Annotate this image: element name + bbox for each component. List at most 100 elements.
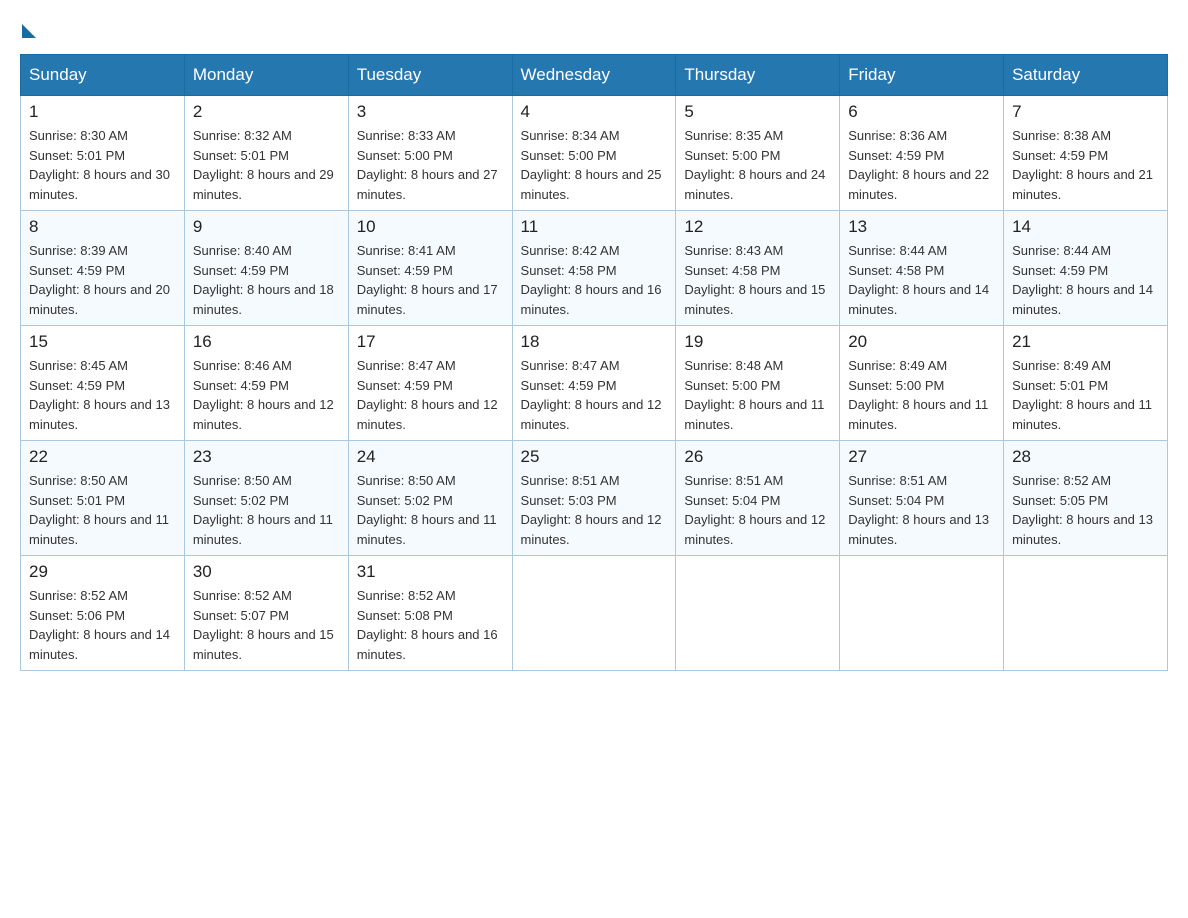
day-number: 1: [29, 102, 176, 122]
calendar-cell: [1004, 556, 1168, 671]
day-info: Sunrise: 8:50 AMSunset: 5:02 PMDaylight:…: [193, 471, 340, 549]
day-info: Sunrise: 8:47 AMSunset: 4:59 PMDaylight:…: [521, 356, 668, 434]
calendar-cell: 5 Sunrise: 8:35 AMSunset: 5:00 PMDayligh…: [676, 96, 840, 211]
calendar-cell: 14 Sunrise: 8:44 AMSunset: 4:59 PMDaylig…: [1004, 211, 1168, 326]
day-number: 26: [684, 447, 831, 467]
day-number: 19: [684, 332, 831, 352]
calendar-cell: 19 Sunrise: 8:48 AMSunset: 5:00 PMDaylig…: [676, 326, 840, 441]
calendar-table: SundayMondayTuesdayWednesdayThursdayFrid…: [20, 54, 1168, 671]
day-number: 28: [1012, 447, 1159, 467]
calendar-cell: 26 Sunrise: 8:51 AMSunset: 5:04 PMDaylig…: [676, 441, 840, 556]
calendar-cell: 17 Sunrise: 8:47 AMSunset: 4:59 PMDaylig…: [348, 326, 512, 441]
day-info: Sunrise: 8:52 AMSunset: 5:07 PMDaylight:…: [193, 586, 340, 664]
day-info: Sunrise: 8:41 AMSunset: 4:59 PMDaylight:…: [357, 241, 504, 319]
calendar-cell: 27 Sunrise: 8:51 AMSunset: 5:04 PMDaylig…: [840, 441, 1004, 556]
day-number: 5: [684, 102, 831, 122]
calendar-cell: 15 Sunrise: 8:45 AMSunset: 4:59 PMDaylig…: [21, 326, 185, 441]
calendar-cell: 30 Sunrise: 8:52 AMSunset: 5:07 PMDaylig…: [184, 556, 348, 671]
calendar-header-sunday: Sunday: [21, 55, 185, 96]
day-number: 17: [357, 332, 504, 352]
calendar-cell: 2 Sunrise: 8:32 AMSunset: 5:01 PMDayligh…: [184, 96, 348, 211]
calendar-week-row: 15 Sunrise: 8:45 AMSunset: 4:59 PMDaylig…: [21, 326, 1168, 441]
day-number: 8: [29, 217, 176, 237]
calendar-cell: 11 Sunrise: 8:42 AMSunset: 4:58 PMDaylig…: [512, 211, 676, 326]
day-number: 21: [1012, 332, 1159, 352]
calendar-header-tuesday: Tuesday: [348, 55, 512, 96]
calendar-header-friday: Friday: [840, 55, 1004, 96]
day-number: 25: [521, 447, 668, 467]
calendar-cell: 18 Sunrise: 8:47 AMSunset: 4:59 PMDaylig…: [512, 326, 676, 441]
calendar-cell: 4 Sunrise: 8:34 AMSunset: 5:00 PMDayligh…: [512, 96, 676, 211]
day-number: 4: [521, 102, 668, 122]
calendar-week-row: 29 Sunrise: 8:52 AMSunset: 5:06 PMDaylig…: [21, 556, 1168, 671]
day-number: 9: [193, 217, 340, 237]
logo-triangle-icon: [22, 24, 36, 38]
day-number: 24: [357, 447, 504, 467]
calendar-header-row: SundayMondayTuesdayWednesdayThursdayFrid…: [21, 55, 1168, 96]
day-number: 30: [193, 562, 340, 582]
day-info: Sunrise: 8:50 AMSunset: 5:01 PMDaylight:…: [29, 471, 176, 549]
calendar-header-monday: Monday: [184, 55, 348, 96]
day-info: Sunrise: 8:51 AMSunset: 5:04 PMDaylight:…: [684, 471, 831, 549]
calendar-cell: 31 Sunrise: 8:52 AMSunset: 5:08 PMDaylig…: [348, 556, 512, 671]
calendar-cell: 9 Sunrise: 8:40 AMSunset: 4:59 PMDayligh…: [184, 211, 348, 326]
calendar-cell: [676, 556, 840, 671]
calendar-cell: 1 Sunrise: 8:30 AMSunset: 5:01 PMDayligh…: [21, 96, 185, 211]
day-info: Sunrise: 8:39 AMSunset: 4:59 PMDaylight:…: [29, 241, 176, 319]
page-header: [20, 20, 1168, 34]
day-info: Sunrise: 8:52 AMSunset: 5:08 PMDaylight:…: [357, 586, 504, 664]
day-info: Sunrise: 8:44 AMSunset: 4:59 PMDaylight:…: [1012, 241, 1159, 319]
day-number: 15: [29, 332, 176, 352]
day-info: Sunrise: 8:45 AMSunset: 4:59 PMDaylight:…: [29, 356, 176, 434]
calendar-cell: 8 Sunrise: 8:39 AMSunset: 4:59 PMDayligh…: [21, 211, 185, 326]
day-number: 13: [848, 217, 995, 237]
calendar-cell: 6 Sunrise: 8:36 AMSunset: 4:59 PMDayligh…: [840, 96, 1004, 211]
calendar-cell: 10 Sunrise: 8:41 AMSunset: 4:59 PMDaylig…: [348, 211, 512, 326]
day-number: 27: [848, 447, 995, 467]
day-info: Sunrise: 8:35 AMSunset: 5:00 PMDaylight:…: [684, 126, 831, 204]
calendar-cell: 22 Sunrise: 8:50 AMSunset: 5:01 PMDaylig…: [21, 441, 185, 556]
day-info: Sunrise: 8:36 AMSunset: 4:59 PMDaylight:…: [848, 126, 995, 204]
day-info: Sunrise: 8:49 AMSunset: 5:00 PMDaylight:…: [848, 356, 995, 434]
day-number: 2: [193, 102, 340, 122]
day-info: Sunrise: 8:50 AMSunset: 5:02 PMDaylight:…: [357, 471, 504, 549]
day-info: Sunrise: 8:30 AMSunset: 5:01 PMDaylight:…: [29, 126, 176, 204]
calendar-header-wednesday: Wednesday: [512, 55, 676, 96]
calendar-cell: 29 Sunrise: 8:52 AMSunset: 5:06 PMDaylig…: [21, 556, 185, 671]
day-number: 6: [848, 102, 995, 122]
calendar-header-saturday: Saturday: [1004, 55, 1168, 96]
calendar-header-thursday: Thursday: [676, 55, 840, 96]
day-number: 10: [357, 217, 504, 237]
day-info: Sunrise: 8:46 AMSunset: 4:59 PMDaylight:…: [193, 356, 340, 434]
calendar-cell: [840, 556, 1004, 671]
calendar-cell: 13 Sunrise: 8:44 AMSunset: 4:58 PMDaylig…: [840, 211, 1004, 326]
day-number: 23: [193, 447, 340, 467]
calendar-cell: 20 Sunrise: 8:49 AMSunset: 5:00 PMDaylig…: [840, 326, 1004, 441]
logo: [20, 20, 36, 34]
day-number: 31: [357, 562, 504, 582]
calendar-cell: 12 Sunrise: 8:43 AMSunset: 4:58 PMDaylig…: [676, 211, 840, 326]
calendar-cell: 24 Sunrise: 8:50 AMSunset: 5:02 PMDaylig…: [348, 441, 512, 556]
day-info: Sunrise: 8:42 AMSunset: 4:58 PMDaylight:…: [521, 241, 668, 319]
calendar-cell: 16 Sunrise: 8:46 AMSunset: 4:59 PMDaylig…: [184, 326, 348, 441]
day-number: 12: [684, 217, 831, 237]
day-info: Sunrise: 8:51 AMSunset: 5:03 PMDaylight:…: [521, 471, 668, 549]
day-info: Sunrise: 8:43 AMSunset: 4:58 PMDaylight:…: [684, 241, 831, 319]
day-info: Sunrise: 8:52 AMSunset: 5:05 PMDaylight:…: [1012, 471, 1159, 549]
calendar-week-row: 22 Sunrise: 8:50 AMSunset: 5:01 PMDaylig…: [21, 441, 1168, 556]
day-number: 3: [357, 102, 504, 122]
day-number: 14: [1012, 217, 1159, 237]
day-info: Sunrise: 8:44 AMSunset: 4:58 PMDaylight:…: [848, 241, 995, 319]
day-number: 7: [1012, 102, 1159, 122]
calendar-cell: 21 Sunrise: 8:49 AMSunset: 5:01 PMDaylig…: [1004, 326, 1168, 441]
calendar-cell: 7 Sunrise: 8:38 AMSunset: 4:59 PMDayligh…: [1004, 96, 1168, 211]
day-number: 20: [848, 332, 995, 352]
day-number: 16: [193, 332, 340, 352]
day-info: Sunrise: 8:52 AMSunset: 5:06 PMDaylight:…: [29, 586, 176, 664]
calendar-cell: 28 Sunrise: 8:52 AMSunset: 5:05 PMDaylig…: [1004, 441, 1168, 556]
day-info: Sunrise: 8:51 AMSunset: 5:04 PMDaylight:…: [848, 471, 995, 549]
day-info: Sunrise: 8:33 AMSunset: 5:00 PMDaylight:…: [357, 126, 504, 204]
day-info: Sunrise: 8:47 AMSunset: 4:59 PMDaylight:…: [357, 356, 504, 434]
day-number: 11: [521, 217, 668, 237]
day-info: Sunrise: 8:34 AMSunset: 5:00 PMDaylight:…: [521, 126, 668, 204]
